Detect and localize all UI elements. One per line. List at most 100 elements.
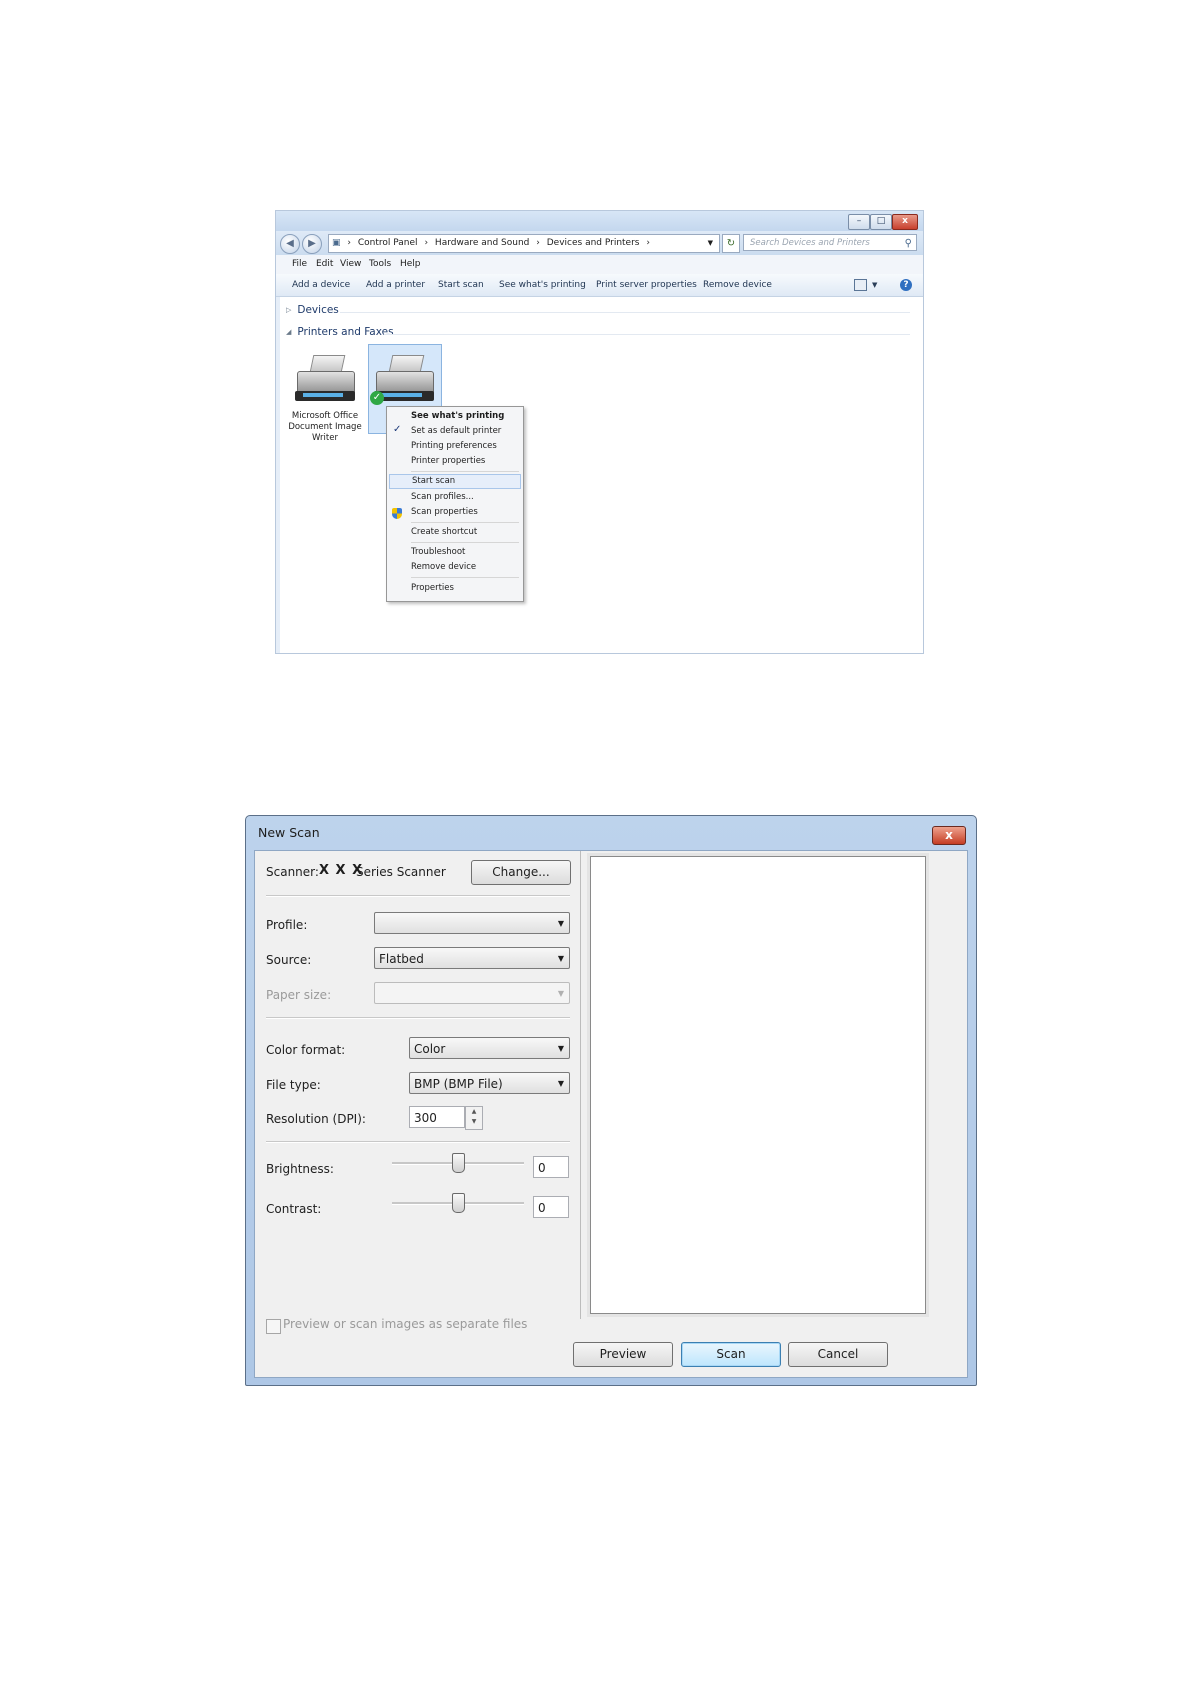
chevron-down-icon: ▼ (557, 954, 564, 963)
back-button[interactable]: ◀ (280, 234, 300, 254)
ctx-printer-properties[interactable]: Printer properties (389, 454, 521, 469)
ctx-printing-preferences[interactable]: Printing preferences (389, 439, 521, 454)
scan-button[interactable]: Scan (681, 1342, 781, 1367)
color-format-label: Color format: (266, 1043, 346, 1057)
breadcrumb-hardware-and-sound[interactable]: Hardware and Sound (435, 238, 529, 248)
breadcrumb-devices-and-printers[interactable]: Devices and Printers (547, 238, 640, 248)
collapse-icon: ◢ (286, 328, 292, 336)
separate-files-checkbox[interactable] (266, 1319, 281, 1334)
contrast-label: Contrast: (266, 1202, 322, 1216)
ctx-properties[interactable]: Properties (389, 581, 521, 596)
window-close-button[interactable]: x (892, 214, 918, 230)
expand-icon: ▷ (286, 306, 292, 314)
window-titlebar: – □ x (276, 211, 923, 231)
minimize-icon: – (856, 216, 862, 226)
source-select[interactable]: Flatbed ▼ (374, 947, 570, 969)
maximize-icon: □ (876, 216, 886, 226)
ctx-remove-device[interactable]: Remove device (389, 560, 521, 575)
menu-bar: File Edit View Tools Help (276, 255, 923, 275)
resolution-input[interactable]: 300 (409, 1106, 465, 1128)
dialog-title: New Scan (258, 825, 320, 840)
refresh-button[interactable]: ↻ (722, 234, 740, 253)
breadcrumb-control-panel[interactable]: Control Panel (358, 238, 418, 248)
scanner-name: Series Scanner (356, 865, 446, 879)
view-dropdown-icon[interactable]: ▼ (872, 274, 877, 296)
group-devices[interactable]: ▷ Devices (286, 304, 339, 316)
cmd-add-device[interactable]: Add a device (292, 274, 350, 296)
file-type-value: BMP (BMP File) (414, 1077, 503, 1091)
menu-tools[interactable]: Tools (369, 255, 391, 274)
cmd-remove-device[interactable]: Remove device (703, 274, 772, 296)
printer-label: Microsoft Office Document Image Writer (288, 411, 362, 443)
resolution-stepper[interactable]: ▲ ▼ (465, 1106, 483, 1130)
ctx-troubleshoot[interactable]: Troubleshoot (389, 545, 521, 560)
maximize-button[interactable]: □ (870, 214, 892, 230)
address-bar[interactable]: ▣ › Control Panel › Hardware and Sound ›… (328, 234, 720, 253)
cmd-add-printer[interactable]: Add a printer (366, 274, 425, 296)
brightness-label: Brightness: (266, 1162, 334, 1176)
profile-label: Profile: (266, 918, 308, 932)
menu-edit[interactable]: Edit (316, 255, 333, 274)
ctx-scan-profiles[interactable]: Scan profiles... (389, 490, 521, 505)
ctx-start-scan[interactable]: Start scan (389, 474, 521, 489)
section-divider (266, 895, 570, 897)
chevron-down-icon: ▼ (557, 1079, 564, 1088)
preview-button[interactable]: Preview (573, 1342, 673, 1367)
section-divider (266, 1017, 570, 1019)
color-format-value: Color (414, 1042, 446, 1056)
brightness-input[interactable]: 0 (533, 1156, 569, 1178)
brightness-slider-thumb[interactable] (452, 1153, 465, 1173)
search-input[interactable]: Search Devices and Printers ⚲ (743, 234, 917, 251)
search-icon[interactable]: ⚲ (905, 235, 912, 252)
devices-and-printers-window: – □ x ◀ ▶ ▣ › Control Panel › Hardware a… (275, 210, 924, 654)
ctx-scan-properties[interactable]: Scan properties (389, 505, 521, 520)
forward-button[interactable]: ▶ (302, 234, 322, 254)
scanner-label: Scanner: (266, 865, 319, 879)
menu-help[interactable]: Help (400, 255, 421, 274)
menu-separator (411, 522, 519, 523)
scan-preview-area (590, 856, 926, 1314)
minimize-button[interactable]: – (848, 214, 870, 230)
spin-down-icon[interactable]: ▼ (466, 1117, 482, 1127)
search-placeholder: Search Devices and Printers (750, 238, 870, 248)
address-dropdown-icon[interactable]: ▼ (708, 235, 713, 252)
pane-divider (580, 851, 581, 1319)
ctx-set-default-printer[interactable]: Set as default printer (389, 424, 521, 439)
refresh-icon: ↻ (726, 238, 736, 249)
group-divider (384, 334, 910, 335)
close-icon: x (945, 828, 953, 842)
menu-separator (411, 542, 519, 543)
paper-size-label: Paper size: (266, 988, 332, 1002)
change-view-icon[interactable] (854, 279, 867, 291)
cancel-button[interactable]: Cancel (788, 1342, 888, 1367)
navigation-bar: ◀ ▶ ▣ › Control Panel › Hardware and Sou… (276, 231, 923, 255)
close-icon: x (902, 216, 908, 226)
section-divider (266, 1141, 570, 1143)
group-printers-and-faxes[interactable]: ◢ Printers and Faxes (286, 326, 394, 338)
cmd-print-server-properties[interactable]: Print server properties (596, 274, 697, 296)
contrast-slider-thumb[interactable] (452, 1193, 465, 1213)
ctx-see-whats-printing[interactable]: See what's printing (389, 409, 521, 424)
forward-arrow-icon: ▶ (308, 238, 316, 249)
chevron-down-icon: ▼ (557, 1044, 564, 1053)
change-scanner-button[interactable]: Change... (471, 860, 571, 885)
printer-document-image-writer[interactable] (293, 351, 357, 409)
group-divider (340, 312, 910, 313)
new-scan-dialog: New Scan x Scanner: X X X Series Scanner… (245, 815, 977, 1386)
spin-up-icon[interactable]: ▲ (466, 1107, 482, 1117)
contrast-input[interactable]: 0 (533, 1196, 569, 1218)
command-bar: Add a device Add a printer Start scan Se… (276, 274, 923, 297)
dialog-close-button[interactable]: x (932, 826, 966, 845)
dialog-client-area: Scanner: X X X Series Scanner Change... … (254, 850, 968, 1378)
cmd-see-whats-printing[interactable]: See what's printing (499, 274, 586, 296)
menu-file[interactable]: File (292, 255, 307, 274)
color-format-select[interactable]: Color ▼ (409, 1037, 570, 1059)
cmd-start-scan[interactable]: Start scan (438, 274, 484, 296)
profile-select[interactable]: ▼ (374, 912, 570, 934)
navigation-pane-edge (276, 297, 280, 653)
help-icon[interactable]: ? (900, 279, 912, 291)
file-type-select[interactable]: BMP (BMP File) ▼ (409, 1072, 570, 1094)
menu-view[interactable]: View (340, 255, 361, 274)
ctx-create-shortcut[interactable]: Create shortcut (389, 525, 521, 540)
control-panel-icon: ▣ (332, 238, 341, 248)
